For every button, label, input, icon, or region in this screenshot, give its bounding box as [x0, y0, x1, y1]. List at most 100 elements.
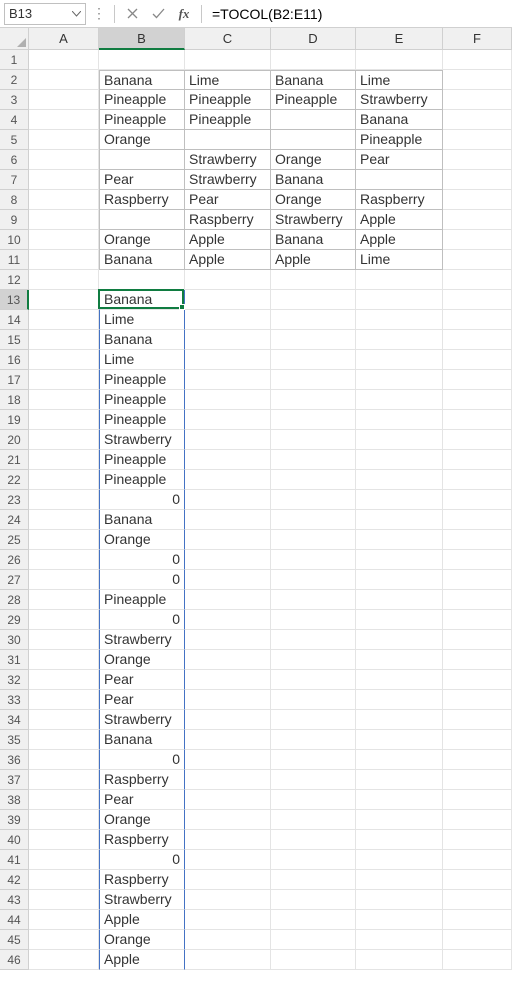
cell[interactable] — [185, 310, 271, 330]
cell[interactable] — [356, 690, 443, 710]
cell[interactable]: Pear — [185, 190, 271, 210]
cell[interactable]: 0 — [99, 850, 185, 870]
row-header[interactable]: 33 — [0, 690, 29, 710]
cell[interactable] — [29, 670, 99, 690]
row-header[interactable]: 3 — [0, 90, 29, 110]
cell[interactable]: Pineapple — [99, 450, 185, 470]
cell[interactable]: Raspberry — [99, 830, 185, 850]
cell[interactable] — [443, 950, 512, 970]
cell[interactable] — [271, 130, 356, 150]
col-header[interactable]: A — [29, 28, 99, 50]
cell[interactable] — [29, 690, 99, 710]
cell[interactable] — [271, 650, 356, 670]
cell[interactable] — [356, 770, 443, 790]
cell[interactable] — [185, 270, 271, 290]
cell[interactable] — [443, 50, 512, 70]
cell[interactable] — [29, 750, 99, 770]
cell[interactable]: Banana — [99, 330, 185, 350]
cell[interactable] — [356, 950, 443, 970]
cell[interactable] — [443, 570, 512, 590]
cell[interactable] — [356, 310, 443, 330]
cell[interactable]: Orange — [99, 130, 185, 150]
cell[interactable] — [29, 490, 99, 510]
cell[interactable] — [185, 50, 271, 70]
cell[interactable]: Pear — [99, 170, 185, 190]
cell[interactable]: Strawberry — [99, 430, 185, 450]
cell[interactable] — [443, 430, 512, 450]
row-header[interactable]: 19 — [0, 410, 29, 430]
cell[interactable] — [271, 870, 356, 890]
cell[interactable] — [443, 590, 512, 610]
cell[interactable] — [29, 110, 99, 130]
row-header[interactable]: 35 — [0, 730, 29, 750]
cell[interactable] — [356, 930, 443, 950]
cell[interactable] — [356, 590, 443, 610]
cell[interactable] — [29, 610, 99, 630]
cell[interactable] — [356, 330, 443, 350]
cell[interactable]: Orange — [99, 230, 185, 250]
cell[interactable] — [29, 510, 99, 530]
cell[interactable] — [271, 570, 356, 590]
cell[interactable] — [185, 610, 271, 630]
cell[interactable]: Apple — [99, 910, 185, 930]
row-header[interactable]: 7 — [0, 170, 29, 190]
cell[interactable] — [271, 530, 356, 550]
cell[interactable] — [185, 410, 271, 430]
cell[interactable] — [356, 550, 443, 570]
cell[interactable] — [443, 750, 512, 770]
cell[interactable] — [443, 210, 512, 230]
cell[interactable] — [29, 910, 99, 930]
cell[interactable] — [443, 710, 512, 730]
row-header[interactable]: 22 — [0, 470, 29, 490]
cell[interactable] — [29, 870, 99, 890]
cell[interactable] — [29, 130, 99, 150]
cell[interactable] — [185, 690, 271, 710]
cell[interactable] — [271, 50, 356, 70]
cell[interactable] — [185, 350, 271, 370]
cell[interactable] — [443, 70, 512, 90]
cell[interactable] — [271, 830, 356, 850]
cell[interactable] — [29, 150, 99, 170]
cell[interactable]: Banana — [271, 230, 356, 250]
cell[interactable]: Lime — [99, 350, 185, 370]
row-header[interactable]: 17 — [0, 370, 29, 390]
row-header[interactable]: 26 — [0, 550, 29, 570]
cell[interactable] — [29, 430, 99, 450]
cell[interactable] — [185, 930, 271, 950]
row-header[interactable]: 40 — [0, 830, 29, 850]
col-header[interactable]: E — [356, 28, 443, 50]
cell[interactable] — [29, 270, 99, 290]
cell[interactable] — [356, 630, 443, 650]
cell[interactable] — [271, 730, 356, 750]
cell[interactable] — [185, 810, 271, 830]
cell[interactable] — [271, 350, 356, 370]
col-header[interactable]: D — [271, 28, 356, 50]
col-header[interactable]: F — [443, 28, 512, 50]
cell[interactable] — [443, 890, 512, 910]
cell[interactable] — [185, 290, 271, 310]
cell[interactable] — [356, 410, 443, 430]
cell[interactable] — [185, 890, 271, 910]
cell[interactable]: Apple — [356, 210, 443, 230]
cell[interactable] — [356, 50, 443, 70]
cell[interactable] — [99, 150, 185, 170]
cell[interactable] — [271, 310, 356, 330]
cell[interactable] — [29, 830, 99, 850]
cell[interactable]: Banana — [99, 510, 185, 530]
cell[interactable] — [356, 910, 443, 930]
cell[interactable]: 0 — [99, 610, 185, 630]
cell[interactable] — [29, 290, 99, 310]
cell[interactable]: Strawberry — [99, 890, 185, 910]
cell[interactable] — [443, 510, 512, 530]
cell[interactable] — [185, 770, 271, 790]
row-header[interactable]: 16 — [0, 350, 29, 370]
cell[interactable] — [443, 630, 512, 650]
cell[interactable] — [271, 810, 356, 830]
cell[interactable] — [443, 270, 512, 290]
cell[interactable] — [356, 470, 443, 490]
cell[interactable]: Pineapple — [99, 370, 185, 390]
cell[interactable] — [29, 710, 99, 730]
cell[interactable] — [356, 790, 443, 810]
cell[interactable]: 0 — [99, 750, 185, 770]
cell[interactable] — [29, 570, 99, 590]
